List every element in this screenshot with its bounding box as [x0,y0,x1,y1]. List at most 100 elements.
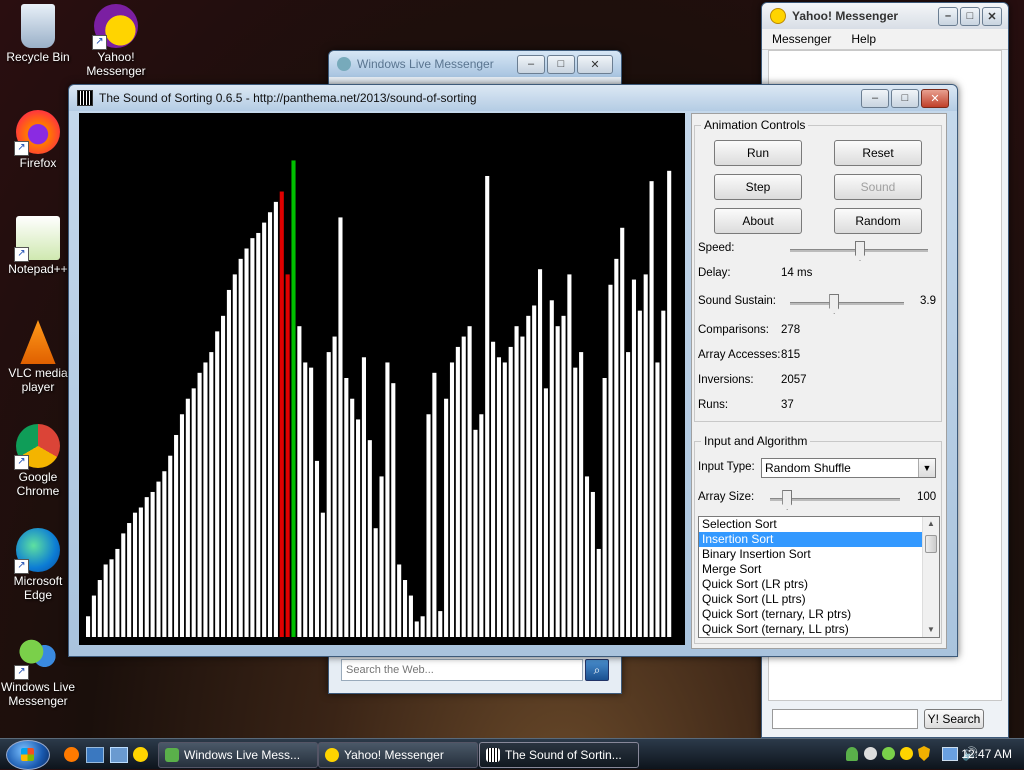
wlm-minimize-button[interactable]: – [517,54,545,74]
array-bar [397,564,402,637]
network-icon[interactable] [942,747,958,761]
array-bar [590,491,595,637]
algorithm-list-item[interactable]: Insertion Sort [699,532,922,547]
notepad-plus-plus-icon: ↗ [14,216,60,262]
algorithm-list-item[interactable]: Quick Sort (LL ptrs) [699,592,922,607]
algorithm-list[interactable]: Selection Sort Insertion Sort Binary Inser… [698,516,940,638]
tray-icon[interactable] [864,747,877,760]
sos-minimize-button[interactable]: – [861,88,889,108]
input-type-label: Input Type: [698,461,755,473]
array-bar [602,378,607,637]
wlm-logo-icon [337,57,351,71]
desktop-icon-notepad-plus-plus[interactable]: ↗ Notepad++ [0,216,76,276]
windows-live-messenger-icon: ↗ [14,634,60,680]
desktop-icon-recycle-bin[interactable]: Recycle Bin [0,4,76,64]
taskbar-item-yahoo-messenger[interactable]: Yahoo! Messenger [318,742,478,768]
desktop-icon-yahoo-messenger[interactable]: ↗ Yahoo! Messenger [78,4,154,78]
run-button[interactable]: Run [714,140,802,166]
scroll-up-icon[interactable]: ▲ [923,517,939,531]
step-button[interactable]: Step [714,174,802,200]
sos-titlebar[interactable]: The Sound of Sorting 0.6.5 - http://pant… [69,85,957,111]
sound-button[interactable]: Sound [834,174,922,200]
yahoo-minimize-button[interactable]: – [938,6,958,26]
start-button[interactable] [6,740,50,770]
sos-maximize-button[interactable]: □ [891,88,919,108]
messenger-status-icon[interactable] [846,747,858,761]
control-panel: Animation Controls Run Reset Step Sound … [691,113,947,649]
inversions-label: Inversions: [698,374,754,386]
sound-sustain-slider[interactable] [790,294,904,314]
shortcut-arrow-icon: ↗ [14,455,29,470]
yahoo-search-input[interactable] [772,709,918,729]
desktop-icon-firefox[interactable]: ↗ Firefox [0,110,76,170]
sos-close-button[interactable]: ✕ [921,88,949,108]
scroll-down-icon[interactable]: ▼ [923,623,939,637]
scrollbar-thumb[interactable] [925,535,937,553]
about-button[interactable]: About [714,208,802,234]
wlm-search-box[interactable] [341,659,583,681]
desktop-icon-google-chrome[interactable]: ↗ Google Chrome [0,424,76,498]
algorithm-list-item[interactable]: Binary Insertion Sort [699,547,922,562]
yahoo-close-button[interactable]: ✕ [982,6,1002,26]
yahoo-smiley-icon [325,748,339,762]
array-bar [520,336,525,637]
yahoo-menu-help[interactable]: Help [841,32,886,46]
chrome-icon: ↗ [14,424,60,470]
recycle-bin-icon [21,4,55,48]
array-bar [273,201,278,637]
array-bar [168,455,173,637]
input-type-value: Random Shuffle [765,461,851,475]
chevron-down-icon[interactable]: ▼ [918,459,935,477]
speed-slider[interactable] [790,241,928,261]
sound-of-sorting-window[interactable]: The Sound of Sorting 0.6.5 - http://pant… [68,84,958,657]
quicklaunch-switch-windows-icon[interactable] [110,747,128,763]
taskbar-item-label: The Sound of Sortin... [505,748,622,762]
desktop-icon-windows-live-messenger[interactable]: ↗ Windows Live Messenger [0,634,76,708]
delay-label: Delay: [698,267,731,279]
quicklaunch-show-desktop-icon[interactable] [86,747,104,763]
wlm-close-button[interactable]: ✕ [577,54,613,74]
reset-button[interactable]: Reset [834,140,922,166]
delay-value: 14 ms [781,267,813,279]
wlm-titlebar[interactable]: Windows Live Messenger – □ ✕ [329,51,621,77]
algorithm-list-item[interactable]: Quick Sort (LR ptrs) [699,577,922,592]
array-size-slider[interactable] [770,490,900,510]
sound-sustain-value: 3.9 [920,295,936,307]
array-bar [174,434,179,637]
wlm-maximize-button[interactable]: □ [547,54,575,74]
algorithm-list-scrollbar[interactable]: ▲ ▼ [922,517,939,637]
array-bar [543,388,548,637]
algorithm-list-item[interactable]: Selection Sort [699,517,922,532]
taskbar-item-sound-of-sorting[interactable]: The Sound of Sortin... [479,742,639,768]
taskbar-item-windows-live-messenger[interactable]: Windows Live Mess... [158,742,318,768]
runs-value: 37 [781,399,794,411]
quicklaunch-firefox-icon[interactable] [64,747,79,762]
taskbar-item-label: Windows Live Mess... [184,748,301,762]
desktop-icon-microsoft-edge[interactable]: ↗ Microsoft Edge [0,528,76,602]
clock[interactable]: 12:47 AM [961,747,1012,761]
array-bar [438,611,443,637]
algorithm-list-item[interactable]: Quick Sort (ternary, LR ptrs) [699,607,922,622]
yahoo-titlebar[interactable]: Yahoo! Messenger – □ ✕ [762,3,1008,29]
array-bar [579,352,584,637]
array-bar [267,212,273,637]
security-shield-icon[interactable] [918,746,930,761]
input-type-select[interactable]: Random Shuffle ▼ [761,458,936,478]
algorithm-list-item[interactable]: Quick Sort (ternary, LL ptrs) [699,622,922,637]
wlm-search-input[interactable] [342,660,580,680]
algorithm-list-item[interactable]: Merge Sort [699,562,922,577]
yahoo-tray-icon[interactable] [900,747,913,760]
array-bar [649,181,654,637]
tray-icon[interactable] [882,747,895,760]
wlm-search-button[interactable]: ⌕ [585,659,609,681]
sorting-bars-chart [86,160,672,638]
random-button[interactable]: Random [834,208,922,234]
quicklaunch-yahoo-icon[interactable] [133,747,148,762]
desktop-icon-vlc[interactable]: VLC media player [0,320,76,394]
array-bar [661,310,666,637]
yahoo-maximize-button[interactable]: □ [960,6,980,26]
yahoo-search-button[interactable]: Y! Search [924,709,984,729]
array-bar [132,512,138,637]
yahoo-menu-messenger[interactable]: Messenger [762,32,841,46]
yahoo-messenger-icon: ↗ [92,4,138,50]
